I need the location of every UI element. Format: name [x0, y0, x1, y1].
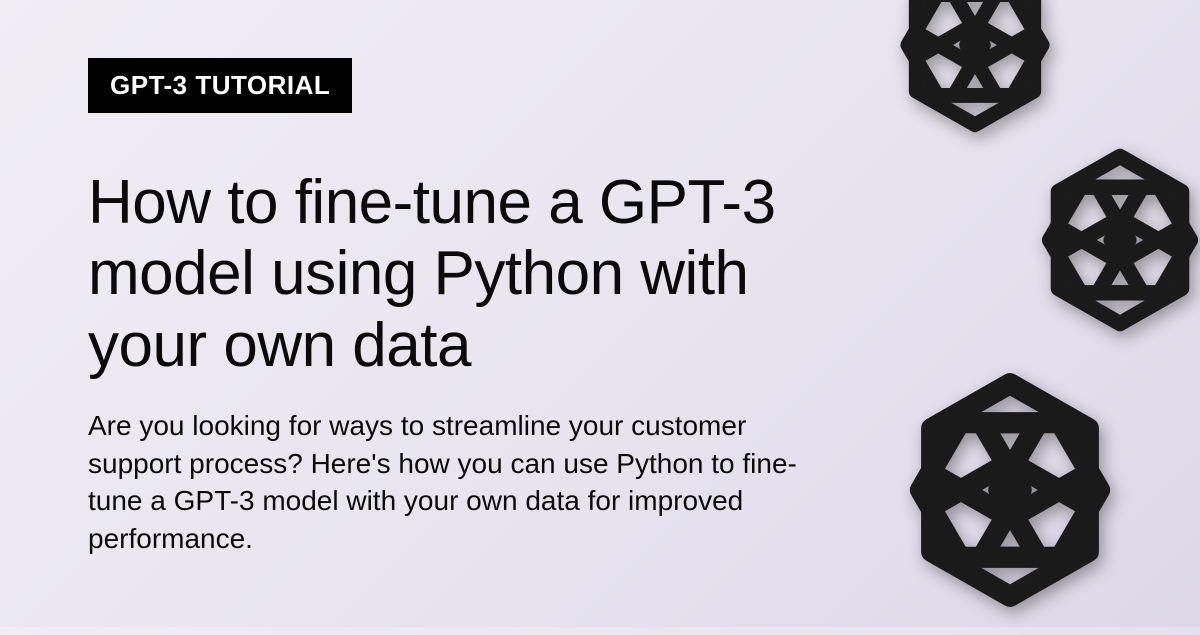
category-tag: GPT-3 TUTORIAL [88, 58, 352, 113]
openai-knot-icon [870, 350, 1150, 630]
openai-knot-icon [870, 0, 1080, 150]
article-title: How to fine-tune a GPT-3 model using Pyt… [88, 167, 820, 381]
article-subtitle: Are you looking for ways to streamline y… [88, 407, 820, 558]
article-header: GPT-3 TUTORIAL How to fine-tune a GPT-3 … [0, 0, 820, 558]
openai-knot-icon [1010, 130, 1200, 350]
